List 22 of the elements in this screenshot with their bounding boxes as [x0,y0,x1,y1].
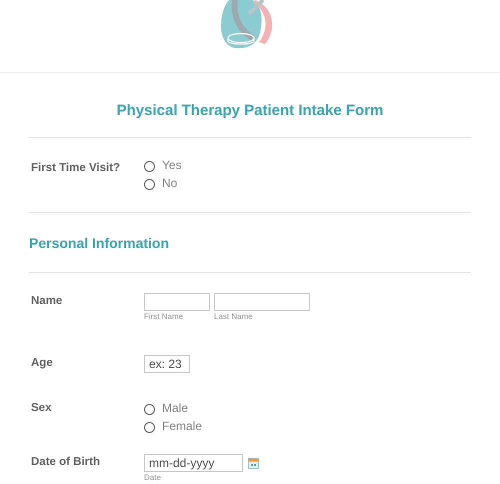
input-field[interactable]: mm-dd-yyyy [144,454,243,472]
question-label: First Time Visit? [30,161,122,176]
radio-button[interactable] [144,161,155,172]
option-label[interactable]: No [162,176,178,190]
input-field[interactable] [144,293,210,311]
field-sublabel: Last Name [214,312,254,321]
field-label: Name [30,294,64,309]
option-label[interactable]: Yes [162,158,182,172]
option-label[interactable]: Male [162,400,188,414]
form-title: Physical Therapy Patient Intake Form [29,73,471,138]
field-label: Age [30,356,54,371]
field-label: Sex [30,401,52,416]
option-label[interactable]: Female [162,418,202,432]
field-label: Date of Birth [30,455,101,470]
radio-button[interactable] [144,179,155,190]
section-heading: Personal Information [29,213,471,273]
input-field[interactable] [214,293,310,311]
radio-button[interactable] [144,422,155,433]
input-field[interactable]: ex: 23 [144,355,190,373]
radio-button[interactable] [144,404,155,415]
field-sublabel: Date [144,473,162,482]
field-sublabel: First Name [144,312,184,321]
